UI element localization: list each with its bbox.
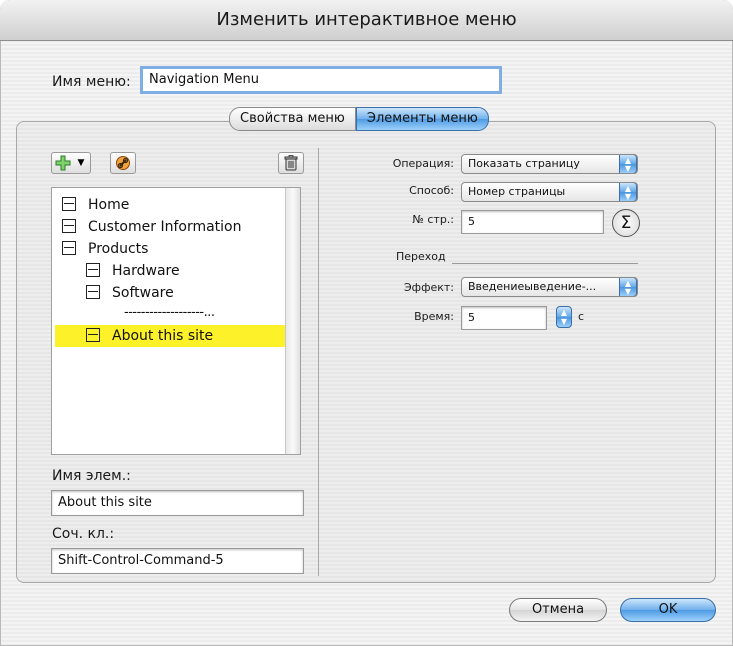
operation-value: Показать страницу — [468, 157, 580, 170]
cancel-button[interactable]: Отмена — [509, 598, 607, 622]
tree-node-icon — [86, 263, 100, 277]
sigma-icon: Σ — [620, 213, 632, 233]
operation-popup[interactable]: Показать страницу ▲ ▼ — [461, 154, 638, 174]
time-label: Время: — [414, 310, 454, 323]
tree-item-label: Software — [112, 285, 174, 301]
tree-item-products[interactable]: Products — [62, 238, 148, 260]
panel-divider — [318, 148, 319, 576]
trash-icon — [284, 155, 298, 171]
shortcut-label: Соч. кл.: — [52, 526, 115, 542]
tab-menu-items[interactable]: Элементы меню — [355, 107, 489, 131]
tree-scrollbar[interactable] — [285, 188, 300, 454]
tree-item-about-this-site[interactable]: About this site — [55, 325, 287, 347]
transition-separator — [452, 263, 638, 264]
method-popup[interactable]: Номер страницы ▲ ▼ — [461, 182, 638, 202]
time-field[interactable]: 5 — [461, 306, 547, 330]
effect-value: Введениеыведение-... — [468, 280, 597, 293]
menu-tree[interactable]: Home Customer Information Products Hardw… — [51, 187, 301, 455]
window-title: Изменить интерактивное меню — [0, 0, 733, 41]
page-number-label: № стр.: — [412, 213, 454, 226]
link-button[interactable] — [110, 152, 136, 174]
chevron-down-icon: ▼ — [77, 158, 85, 168]
popup-arrows-icon: ▲ ▼ — [619, 183, 637, 201]
item-name-label: Имя элем.: — [52, 468, 131, 484]
tree-item-home[interactable]: Home — [62, 194, 129, 216]
operation-label: Операция: — [392, 157, 454, 170]
tree-item-label: About this site — [112, 328, 214, 344]
tree-item-separator[interactable]: -------------------... — [124, 302, 215, 324]
tab-bar: Свойства меню Элементы меню — [229, 107, 489, 131]
menu-name-field[interactable]: Navigation Menu — [140, 66, 502, 94]
stepper-arrows-icon: ▲ ▼ — [560, 308, 568, 326]
tree-node-icon — [62, 241, 76, 255]
time-unit-label: с — [578, 310, 585, 323]
tree-item-label: Customer Information — [88, 219, 242, 235]
method-label: Способ: — [409, 184, 454, 197]
tree-node-icon — [86, 328, 100, 342]
tree-item-label: Home — [88, 197, 130, 213]
tree-item-label: Products — [88, 241, 149, 257]
effect-popup[interactable]: Введениеыведение-... ▲ ▼ — [461, 277, 638, 297]
tree-node-icon — [62, 197, 76, 211]
ok-button[interactable]: OK — [620, 598, 716, 622]
tree-item-hardware[interactable]: Hardware — [86, 260, 180, 282]
shortcut-field[interactable]: Shift-Control-Command-5 — [51, 548, 304, 574]
page-number-field[interactable]: 5 — [461, 210, 604, 234]
item-name-field[interactable]: About this site — [51, 490, 304, 516]
delete-button[interactable] — [278, 152, 304, 174]
add-item-button[interactable]: ▼ — [51, 152, 91, 174]
dialog-window: Изменить интерактивное меню Имя меню: Na… — [0, 0, 733, 646]
popup-arrows-icon: ▲ ▼ — [619, 155, 637, 173]
tab-menu-properties[interactable]: Свойства меню — [229, 107, 356, 131]
menu-name-label: Имя меню: — [52, 74, 131, 90]
transition-section-label: Переход — [396, 250, 446, 263]
tree-item-customer-information[interactable]: Customer Information — [62, 216, 242, 238]
sigma-button[interactable]: Σ — [612, 209, 640, 237]
tree-node-icon — [86, 285, 100, 299]
effect-label: Эффект: — [403, 281, 454, 294]
tree-node-icon — [62, 219, 76, 233]
tree-item-software[interactable]: Software — [86, 282, 174, 304]
method-value: Номер страницы — [468, 185, 566, 198]
link-icon — [115, 155, 131, 171]
popup-arrows-icon: ▲ ▼ — [619, 278, 637, 296]
time-stepper[interactable]: ▲ ▼ — [556, 306, 572, 328]
tree-item-label: Hardware — [112, 263, 180, 279]
plus-icon — [55, 155, 75, 171]
